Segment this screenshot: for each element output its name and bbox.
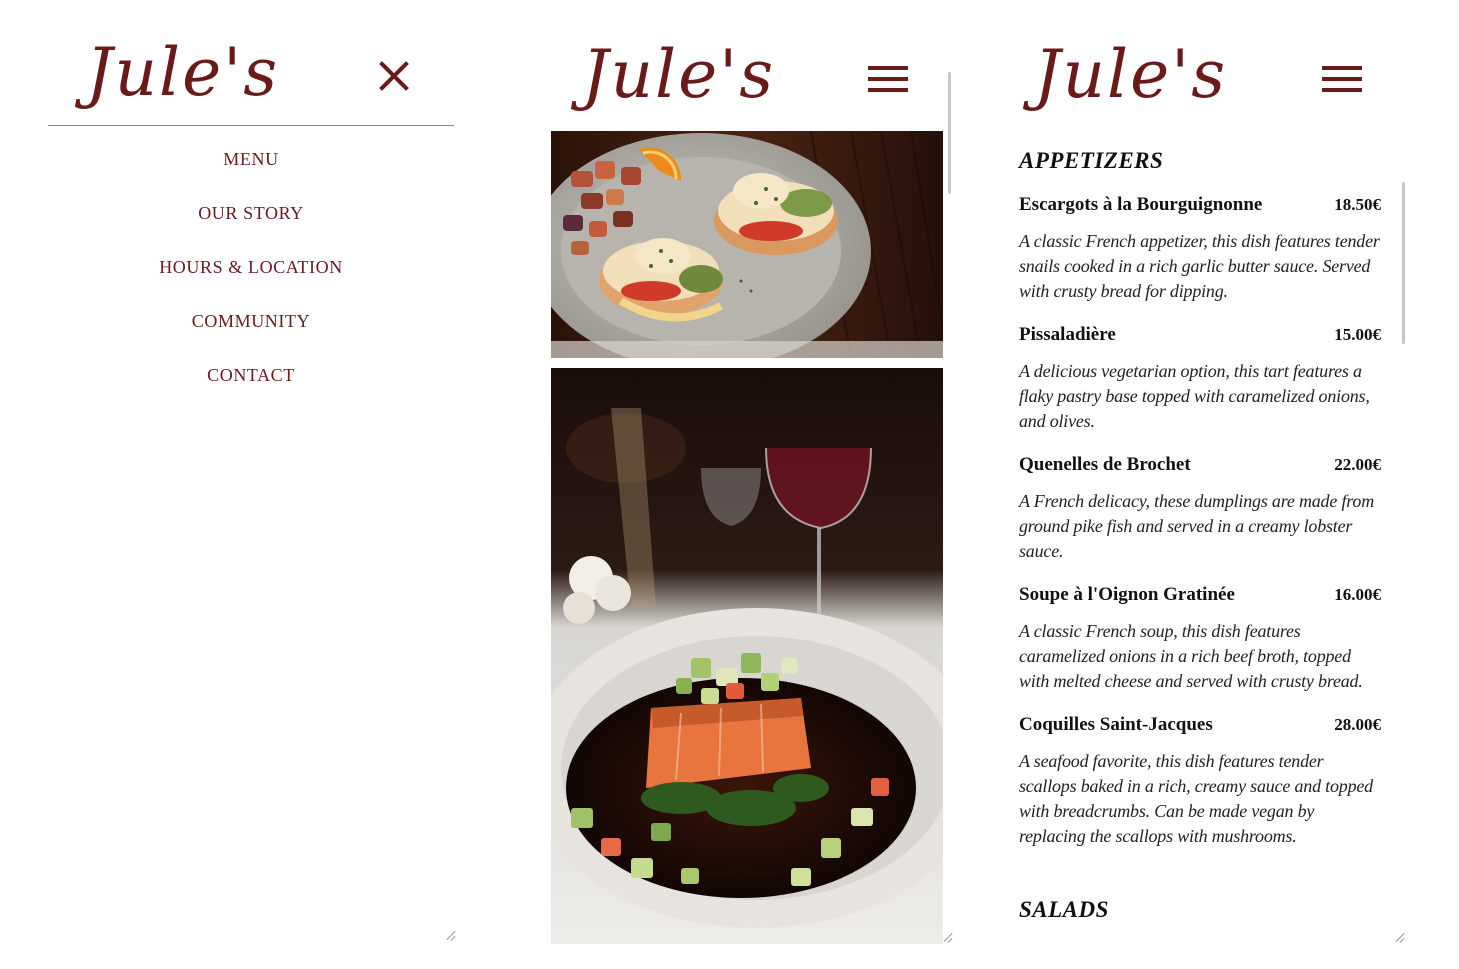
menu-item-price: 18.50€ xyxy=(1334,195,1381,214)
menu-item-list: Escargots à la Bourguignonne 18.50€ A cl… xyxy=(1019,194,1381,846)
photo-gallery-panel: Jule's xyxy=(500,0,960,969)
scrollbar-thumb[interactable] xyxy=(1402,182,1405,344)
eggs-benedict-image xyxy=(551,131,943,358)
menu-item-description: A delicious vegetarian option, this tart… xyxy=(1019,361,1370,431)
salmon-dish-image xyxy=(551,368,943,944)
nav-item-hours-location[interactable]: HOURS & LOCATION xyxy=(48,253,454,307)
section-title-appetizers: APPETIZERS xyxy=(1019,148,1164,173)
nav-item-contact[interactable]: CONTACT xyxy=(48,361,454,415)
scrollbar-thumb[interactable] xyxy=(948,72,951,194)
menu-panel: Jule's APPETIZERS Escargots à la Bourgui… xyxy=(970,0,1459,969)
resize-grip-icon[interactable] xyxy=(940,930,952,942)
menu-item-name: Pissaladière xyxy=(1019,324,1116,345)
nav-item-menu[interactable]: MENU xyxy=(48,145,454,199)
logo[interactable]: Jule's xyxy=(582,42,775,108)
menu-item-name: Quenelles de Brochet xyxy=(1019,454,1191,475)
logo[interactable]: Jule's xyxy=(1034,42,1227,108)
menu-item: Soupe à l'Oignon Gratinée 16.00€ A class… xyxy=(1019,584,1381,714)
nav-divider xyxy=(48,125,454,126)
menu-item-description: A French delicacy, these dumplings are m… xyxy=(1019,491,1374,561)
menu-item-description: A classic French soup, this dish feature… xyxy=(1019,621,1363,691)
photo-eggs-benedict xyxy=(551,131,943,358)
menu-item-description: A seafood favorite, this dish features t… xyxy=(1019,751,1373,846)
menu-item: Coquilles Saint-Jacques 28.00€ A seafood… xyxy=(1019,714,1381,846)
hamburger-menu-icon[interactable] xyxy=(868,66,908,94)
menu-item-name: Soupe à l'Oignon Gratinée xyxy=(1019,584,1235,605)
nav-item-community[interactable]: COMMUNITY xyxy=(48,307,454,361)
menu-item: Quenelles de Brochet 22.00€ A French del… xyxy=(1019,454,1381,584)
mobile-nav-panel: Jule's MENU OUR STORY HOURS & LOCATION C… xyxy=(0,0,500,969)
menu-item-price: 16.00€ xyxy=(1334,585,1381,604)
nav-item-our-story[interactable]: OUR STORY xyxy=(48,199,454,253)
close-icon[interactable] xyxy=(374,56,414,96)
menu-item-price: 28.00€ xyxy=(1334,715,1381,734)
resize-grip-icon[interactable] xyxy=(1392,930,1404,942)
logo[interactable]: Jule's xyxy=(86,40,279,106)
photo-salmon-dish xyxy=(551,368,943,944)
menu-item-description: A classic French appetizer, this dish fe… xyxy=(1019,231,1380,301)
resize-grip-icon[interactable] xyxy=(443,928,455,940)
menu-item-price: 15.00€ xyxy=(1334,325,1381,344)
menu-item: Escargots à la Bourguignonne 18.50€ A cl… xyxy=(1019,194,1381,324)
hamburger-menu-icon[interactable] xyxy=(1322,66,1362,94)
section-title-salads: SALADS xyxy=(1019,897,1109,922)
menu-item-name: Coquilles Saint-Jacques xyxy=(1019,714,1213,735)
menu-item-price: 22.00€ xyxy=(1334,455,1381,474)
menu-item: Pissaladière 15.00€ A delicious vegetari… xyxy=(1019,324,1381,454)
nav-menu: MENU OUR STORY HOURS & LOCATION COMMUNIT… xyxy=(48,145,454,415)
menu-item-name: Escargots à la Bourguignonne xyxy=(1019,194,1263,215)
